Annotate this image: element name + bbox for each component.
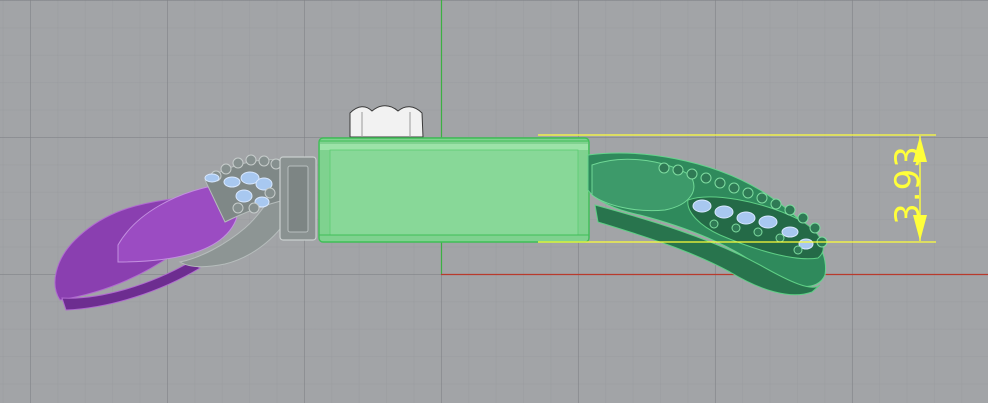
- viewport-canvas[interactable]: [0, 0, 988, 403]
- selected-center-body[interactable]: [318, 137, 590, 243]
- rhino-viewport[interactable]: 3.93: [0, 0, 988, 403]
- top-prong[interactable]: [349, 105, 424, 138]
- connector-block[interactable]: [279, 156, 317, 241]
- dimension-value-label[interactable]: 3.93: [873, 145, 943, 225]
